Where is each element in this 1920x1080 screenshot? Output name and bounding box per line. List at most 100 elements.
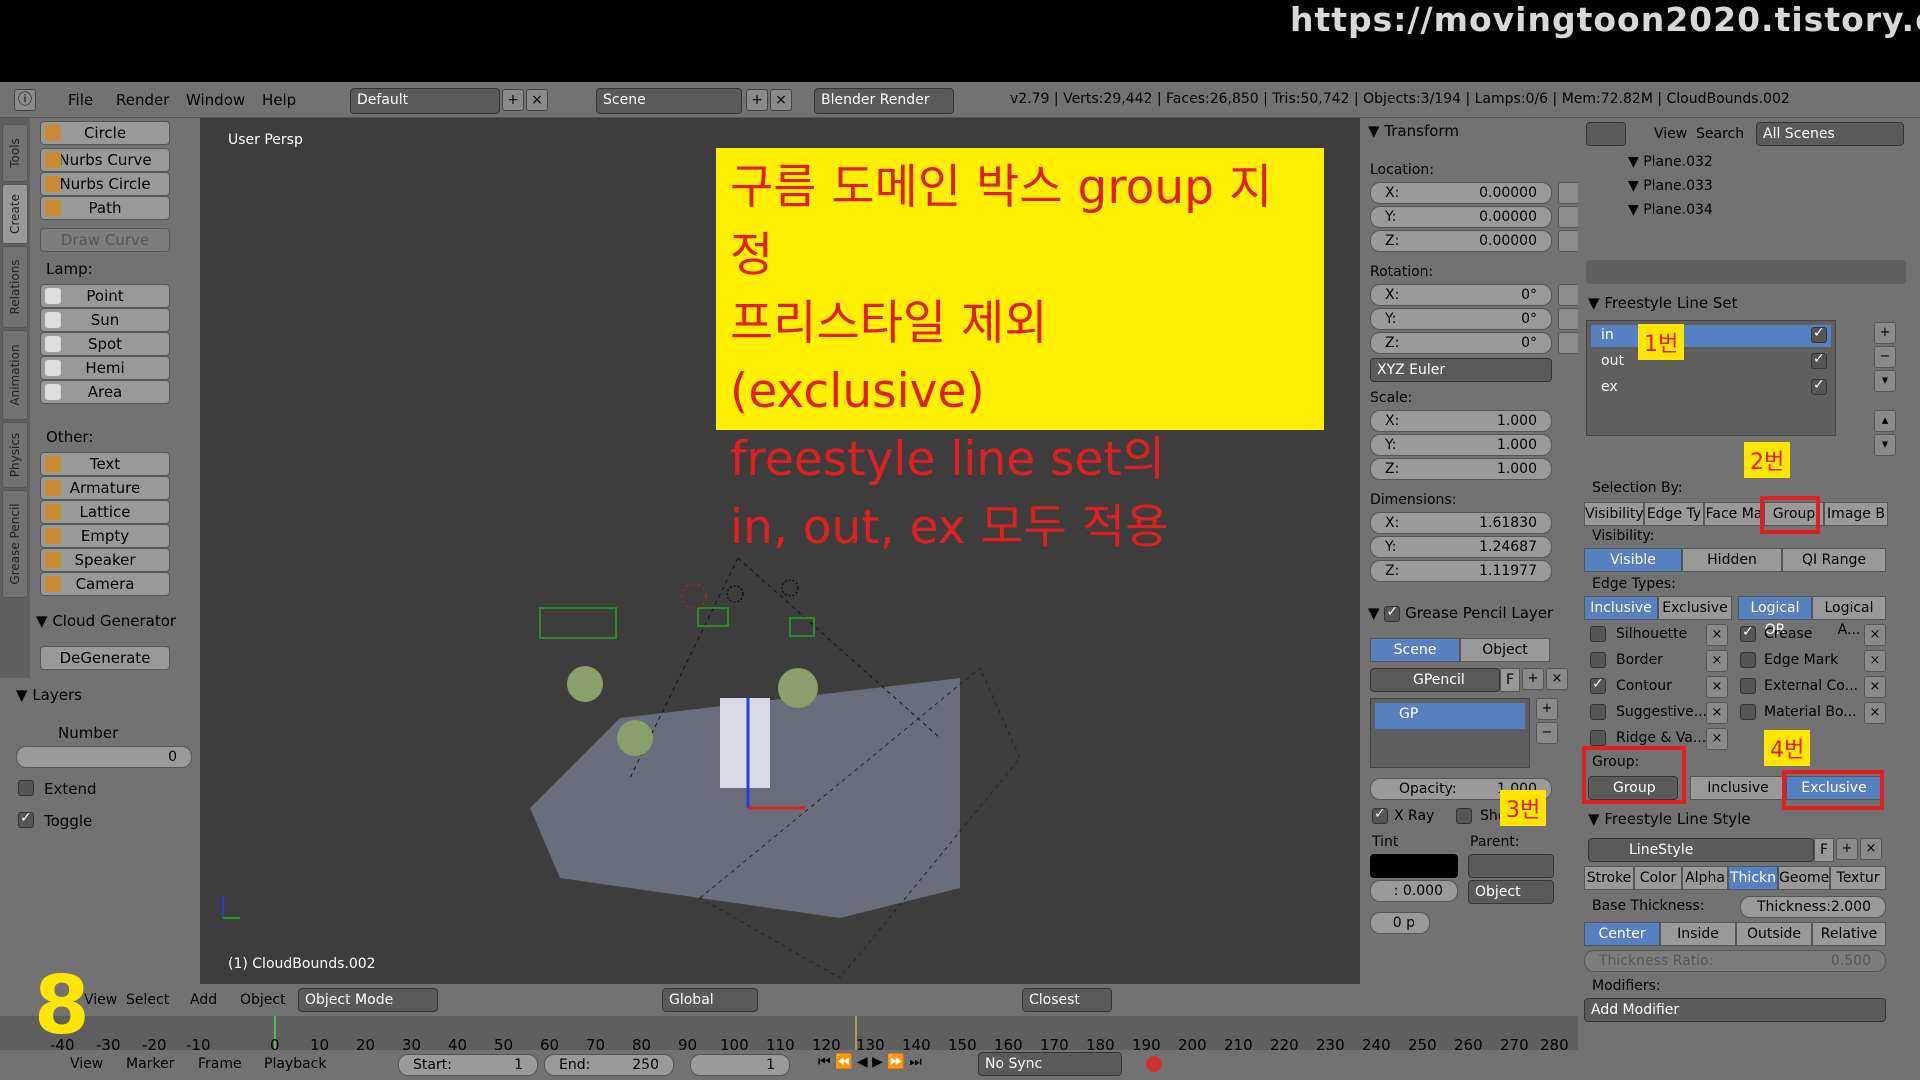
thickness-outside-button[interactable]: Outside [1736, 922, 1812, 946]
add-icon[interactable]: + [1522, 668, 1544, 690]
line-set-item-ex[interactable]: ex [1591, 377, 1831, 399]
gp-layer-item[interactable]: GP [1375, 703, 1525, 729]
degenerate-button[interactable]: DeGenerate [40, 646, 170, 670]
outliner-item[interactable]: ▼ Plane.033 [1628, 178, 1713, 194]
logical-or-button[interactable]: Logical OR [1738, 596, 1812, 638]
layers-header[interactable]: ▼ Layers [16, 686, 82, 704]
lattice-button[interactable]: Lattice [40, 500, 170, 524]
thickness-field[interactable]: Thickness:2.000 [1740, 896, 1886, 918]
rotation-z-field[interactable]: Z: 0° [1370, 332, 1552, 354]
spot-lamp-button[interactable]: Spot [40, 332, 170, 356]
close-icon[interactable]: × [1706, 650, 1728, 672]
nurbs-circle-button[interactable]: Nurbs Circle [40, 172, 170, 196]
dimension-z-field[interactable]: Z: 1.11977 [1370, 560, 1552, 582]
location-x-field[interactable]: X: 0.00000 [1370, 182, 1552, 204]
playback-controls[interactable]: ⏮ ⏪ ◀ ▶ ⏩ ⏭ [818, 1054, 922, 1070]
contour-checkbox[interactable] [1590, 676, 1606, 694]
tint-factor-field[interactable]: : 0.000 [1370, 880, 1458, 902]
thickness-relative-button[interactable]: Relative [1812, 922, 1886, 946]
rotation-mode-select[interactable]: XYZ Euler [1370, 358, 1552, 382]
outliner-item[interactable]: ▼ Plane.032 [1628, 154, 1713, 170]
move-up-icon[interactable]: ▴ [1874, 410, 1896, 432]
lock-icon[interactable] [1558, 308, 1580, 330]
crease-checkbox[interactable] [1740, 624, 1756, 642]
menu-object[interactable]: Object [240, 992, 286, 1008]
line-set-item-out[interactable]: out [1591, 351, 1831, 373]
outliner-search-menu[interactable]: Search [1696, 126, 1744, 142]
path-button[interactable]: Path [40, 196, 170, 220]
edge-exclusive-button[interactable]: Exclusive [1658, 596, 1732, 620]
area-lamp-button[interactable]: Area [40, 380, 170, 404]
camera-button[interactable]: Camera [40, 572, 170, 596]
edge-inclusive-button[interactable]: Inclusive [1584, 596, 1658, 620]
style-tab-geometry[interactable]: Geome [1778, 866, 1830, 890]
logical-and-button[interactable]: Logical A... [1812, 596, 1886, 638]
speaker-button[interactable]: Speaker [40, 548, 170, 572]
outliner-item[interactable]: ▼ Plane.034 [1628, 202, 1713, 218]
close-icon[interactable]: × [1860, 838, 1882, 860]
close-icon[interactable]: × [1864, 676, 1886, 698]
add-icon[interactable]: + [1836, 838, 1858, 860]
hidden-button[interactable]: Hidden [1682, 548, 1782, 572]
hemi-lamp-button[interactable]: Hemi [40, 356, 170, 380]
add-scene-icon[interactable]: + [746, 89, 768, 111]
scale-y-field[interactable]: Y: 1.000 [1370, 434, 1552, 456]
tab-physics[interactable]: Physics [2, 422, 28, 488]
render-engine-select[interactable]: Blender Render [814, 88, 954, 114]
lock-icon[interactable] [1558, 284, 1580, 306]
style-tab-thickness[interactable]: Thickn [1728, 866, 1778, 890]
lock-icon[interactable] [1558, 182, 1580, 204]
toggle-checkbox[interactable] [18, 810, 34, 828]
style-tab-alpha[interactable]: Alpha [1682, 866, 1728, 890]
current-frame-field[interactable]: 1 [690, 1054, 790, 1076]
timeline-area[interactable]: -40 -30 -20 -10 0 10 20 30 40 50 60 70 8… [0, 1016, 1578, 1054]
add-layout-icon[interactable]: + [502, 89, 524, 111]
menu-select[interactable]: Select [126, 992, 169, 1008]
circle-button[interactable]: Circle [40, 121, 170, 145]
lock-icon[interactable] [1558, 230, 1580, 252]
mode-select[interactable]: Object Mode [298, 988, 438, 1012]
suggestive-checkbox[interactable] [1590, 704, 1606, 720]
thickness-center-button[interactable]: Center [1584, 922, 1660, 946]
timeline-frame-menu[interactable]: Frame [198, 1056, 242, 1072]
close-icon[interactable]: × [1706, 702, 1728, 724]
number-field[interactable]: 0 [16, 746, 192, 768]
tint-color-swatch[interactable] [1370, 854, 1458, 878]
onion-field[interactable]: 0 p [1370, 912, 1430, 934]
scene-field[interactable]: Scene [596, 88, 742, 114]
menu-help[interactable]: Help [262, 91, 296, 109]
timeline-playback-menu[interactable]: Playback [264, 1056, 326, 1072]
close-icon[interactable]: × [1864, 650, 1886, 672]
material-boundary-checkbox[interactable] [1740, 704, 1756, 720]
close-icon[interactable]: × [1706, 728, 1728, 750]
group-inclusive-button[interactable]: Inclusive [1690, 776, 1786, 800]
sync-mode-select[interactable]: No Sync [978, 1052, 1122, 1076]
style-tab-color[interactable]: Color [1634, 866, 1682, 890]
display-mode-select[interactable]: All Scenes [1756, 122, 1904, 146]
close-icon[interactable]: × [1546, 668, 1568, 690]
select-by-visibility-toggle[interactable]: Visibility [1584, 502, 1644, 526]
add-icon[interactable]: + [1874, 322, 1896, 344]
remove-layout-icon[interactable]: × [526, 89, 548, 111]
select-by-face-marks-toggle[interactable]: Face Ma [1704, 502, 1764, 526]
cloud-generator-header[interactable]: ▼ Cloud Generator [36, 612, 176, 630]
timeline-marker-menu[interactable]: Marker [126, 1056, 174, 1072]
parent-field[interactable] [1468, 854, 1554, 878]
scale-z-field[interactable]: Z: 1.000 [1370, 458, 1552, 480]
freestyle-line-set-header[interactable]: ▼ Freestyle Line Set [1588, 294, 1738, 312]
outliner-view-menu[interactable]: View [1654, 126, 1687, 142]
info-icon[interactable]: ⓘ [14, 89, 36, 111]
menu-render[interactable]: Render [116, 91, 169, 109]
rotation-x-field[interactable]: X: 0° [1370, 284, 1552, 306]
style-tab-stroke[interactable]: Stroke [1584, 866, 1634, 890]
armature-button[interactable]: Armature [40, 476, 170, 500]
editor-type-select[interactable] [1586, 122, 1626, 146]
freestyle-line-style-header[interactable]: ▼ Freestyle Line Style [1588, 810, 1751, 828]
style-tab-texture[interactable]: Textur [1830, 866, 1886, 890]
line-set-item-in[interactable]: in [1591, 325, 1831, 347]
parent-type-select[interactable]: Object [1468, 880, 1554, 904]
gp-fake-user-button[interactable]: F [1500, 668, 1520, 692]
lock-icon[interactable] [1558, 206, 1580, 228]
3d-viewport[interactable]: User Persp 구름 도메인 박스 group 지정 프리스타일 제외 (… [200, 118, 1360, 984]
remove-scene-icon[interactable]: × [770, 89, 792, 111]
